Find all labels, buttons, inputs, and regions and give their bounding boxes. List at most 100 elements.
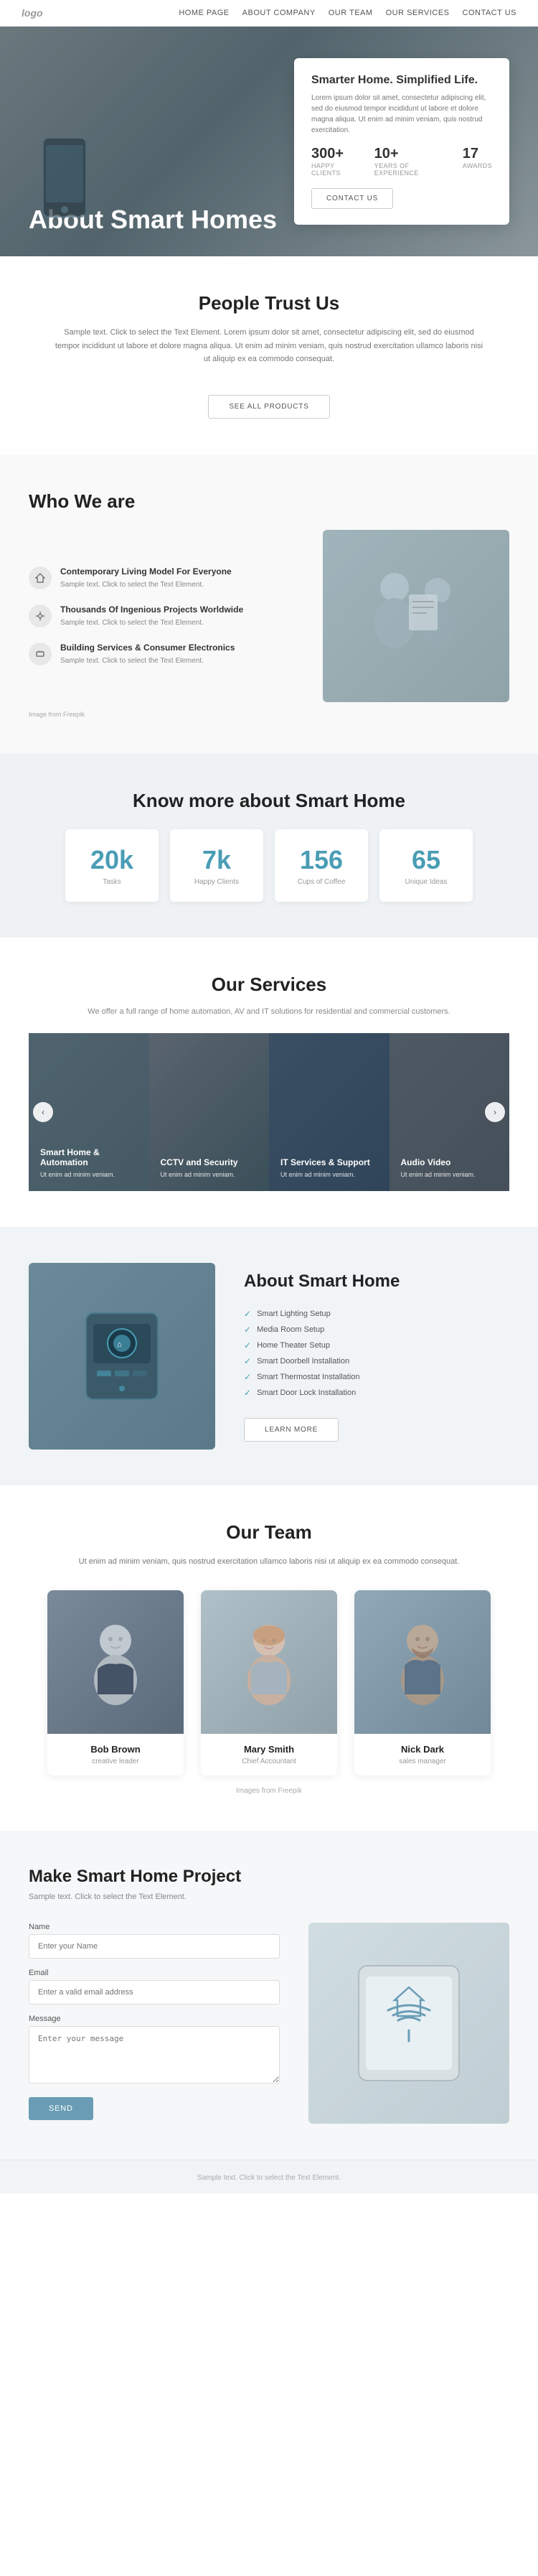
- footer: Sample text. Click to select the Text El…: [0, 2160, 538, 2193]
- navbar: logo Home Page About Company Our Team Ou…: [0, 0, 538, 27]
- nav-services[interactable]: Our Services: [386, 9, 450, 17]
- mary-avatar: [240, 1615, 298, 1709]
- who-icon-1: [29, 566, 52, 589]
- team-info-3: Nick Dark sales manager: [354, 1734, 491, 1775]
- send-button[interactable]: SEND: [29, 2097, 93, 2120]
- people-illustration: [344, 544, 488, 688]
- hero-card-title: Smarter Home. Simplified Life.: [311, 74, 492, 87]
- team-credit: Images from Freepik: [29, 1787, 509, 1795]
- about-list-item-5: Smart Thermostat Installation: [244, 1369, 509, 1385]
- team-name-2: Mary Smith: [211, 1744, 327, 1755]
- who-item-1-content: Contemporary Living Model For Everyone S…: [60, 566, 232, 590]
- icon-house: [35, 573, 45, 583]
- hero-section: About Smart Homes Smarter Home. Simplifi…: [0, 27, 538, 256]
- nav-links: Home Page About Company Our Team Our Ser…: [179, 9, 516, 17]
- stat-card-2: 7k Happy Clients: [170, 829, 263, 902]
- hero-card-text: Lorem ipsum dolor sit amet, consectetur …: [311, 93, 492, 136]
- bob-avatar: [87, 1615, 144, 1709]
- contact-image: [308, 1923, 509, 2124]
- hero-stats: 300+ HAPPY CLIENTS 10+ YEARS OF EXPERIEN…: [311, 146, 492, 177]
- trust-section: People Trust Us Sample text. Click to se…: [0, 256, 538, 454]
- about-list-item-1: Smart Lighting Setup: [244, 1306, 509, 1322]
- service-card-3: IT Services & Support Ut enim ad minim v…: [269, 1033, 390, 1191]
- team-role-1: creative leader: [57, 1758, 174, 1765]
- icon-gear: [35, 611, 45, 621]
- about-title: About Smart Home: [244, 1271, 509, 1292]
- icon-tools: [35, 649, 45, 659]
- services-row: Smart Home & Automation Ut enim ad minim…: [29, 1033, 509, 1191]
- about-section: ⌂ About Smart Home Smart Lighting Setup …: [0, 1227, 538, 1485]
- form-group-message: Message: [29, 2015, 280, 2087]
- phone-illustration: [36, 138, 93, 238]
- tablet-illustration: [337, 1951, 481, 2095]
- team-photo-3: [354, 1590, 491, 1734]
- team-grid: Bob Brown creative leader: [29, 1590, 509, 1775]
- svg-text:⌂: ⌂: [117, 1340, 122, 1349]
- who-image: [323, 530, 509, 702]
- email-input[interactable]: [29, 1980, 280, 2005]
- nav-contact[interactable]: Contact Us: [463, 9, 517, 17]
- message-textarea[interactable]: [29, 2026, 280, 2083]
- who-image-inner: [323, 530, 509, 702]
- services-slider: ‹ Smart Home & Automation Ut enim ad min…: [29, 1033, 509, 1191]
- service-info-4: Audio Video Ut enim ad minim veniam.: [401, 1157, 499, 1180]
- nav-team[interactable]: Our Team: [329, 9, 373, 17]
- team-name-3: Nick Dark: [364, 1744, 481, 1755]
- logo: logo: [22, 7, 43, 19]
- team-title: Our Team: [29, 1521, 509, 1544]
- services-title: Our Services: [29, 974, 509, 996]
- who-layout: Contemporary Living Model For Everyone S…: [29, 530, 509, 702]
- team-card-3: Nick Dark sales manager: [354, 1590, 491, 1775]
- team-info-2: Mary Smith Chief Accountant: [201, 1734, 337, 1775]
- service-info-1: Smart Home & Automation Ut enim ad minim…: [40, 1147, 138, 1180]
- contact-form: Name Email Message SEND: [29, 1923, 280, 2120]
- form-group-name: Name: [29, 1923, 280, 1959]
- hero-stat-2: 10+ YEARS OF EXPERIENCE: [374, 146, 451, 177]
- form-group-email: Email: [29, 1969, 280, 2005]
- who-title: Who We are: [29, 490, 509, 513]
- about-list-item-4: Smart Doorbell Installation: [244, 1353, 509, 1369]
- who-item-1: Contemporary Living Model For Everyone S…: [29, 566, 301, 590]
- hero-card: Smarter Home. Simplified Life. Lorem ips…: [294, 58, 509, 225]
- service-info-3: IT Services & Support Ut enim ad minim v…: [280, 1157, 378, 1180]
- about-list-item-6: Smart Door Lock Installation: [244, 1385, 509, 1401]
- email-label: Email: [29, 1969, 280, 1977]
- team-role-3: sales manager: [364, 1758, 481, 1765]
- team-photo-2: [201, 1590, 337, 1734]
- contact-title: Make Smart Home Project: [29, 1867, 509, 1887]
- team-role-2: Chief Accountant: [211, 1758, 327, 1765]
- who-section: Who We are Contemporary Living Model For…: [0, 454, 538, 754]
- team-card-2: Mary Smith Chief Accountant: [201, 1590, 337, 1775]
- team-photo-1: [47, 1590, 184, 1734]
- about-layout: ⌂ About Smart Home Smart Lighting Setup …: [29, 1263, 509, 1450]
- services-subtitle: We offer a full range of home automation…: [29, 1007, 509, 1016]
- about-list-item-3: Home Theater Setup: [244, 1338, 509, 1353]
- about-content: About Smart Home Smart Lighting Setup Me…: [244, 1271, 509, 1442]
- trust-text: Sample text. Click to select the Text El…: [54, 326, 484, 366]
- about-list-item-2: Media Room Setup: [244, 1322, 509, 1338]
- trust-title: People Trust Us: [29, 292, 509, 314]
- freepik-credit: Image from Freepik: [29, 711, 509, 718]
- stats-grid: 20k Tasks 7k Happy Clients 156 Cups of C…: [29, 829, 509, 902]
- service-info-2: CCTV and Security Ut enim ad minim venia…: [161, 1157, 258, 1180]
- nav-home[interactable]: Home Page: [179, 9, 229, 17]
- name-label: Name: [29, 1923, 280, 1931]
- learn-more-button[interactable]: LEARN MORE: [244, 1418, 339, 1442]
- contact-button[interactable]: CONTACT US: [311, 188, 393, 209]
- who-item-3: Building Services & Consumer Electronics…: [29, 643, 301, 666]
- who-item-3-content: Building Services & Consumer Electronics…: [60, 643, 235, 666]
- stats-section: Know more about Smart Home 20k Tasks 7k …: [0, 754, 538, 938]
- about-list: Smart Lighting Setup Media Room Setup Ho…: [244, 1306, 509, 1401]
- team-section: Our Team Ut enim ad minim veniam, quis n…: [0, 1485, 538, 1831]
- slider-prev-button[interactable]: ‹: [33, 1102, 53, 1122]
- stat-card-4: 65 Unique Ideas: [379, 829, 473, 902]
- nav-about[interactable]: About Company: [242, 9, 316, 17]
- who-items: Contemporary Living Model For Everyone S…: [29, 566, 301, 666]
- see-all-button[interactable]: SEE ALL PRODUCTS: [208, 395, 329, 419]
- hero-stat-1: 300+ HAPPY CLIENTS: [311, 146, 363, 177]
- name-input[interactable]: [29, 1934, 280, 1959]
- footer-text: Sample text. Click to select the Text El…: [197, 2174, 341, 2182]
- slider-next-button[interactable]: ›: [485, 1102, 505, 1122]
- message-label: Message: [29, 2015, 280, 2023]
- hero-stat-3: 17 AWARDS: [463, 146, 492, 177]
